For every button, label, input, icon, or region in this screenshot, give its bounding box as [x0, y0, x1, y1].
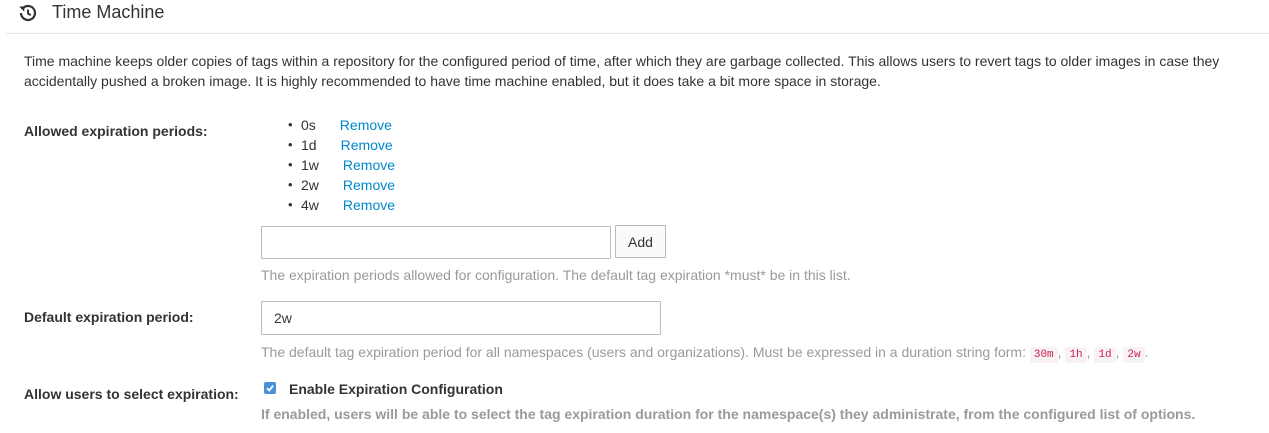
allowed-periods-help: The expiration periods allowed for confi…	[261, 267, 851, 283]
duration-example: 1d	[1094, 347, 1116, 363]
duration-example: 30m	[1029, 347, 1058, 363]
duration-example: 1h	[1065, 347, 1087, 363]
remove-period-link[interactable]: Remove	[343, 157, 395, 173]
allow-select-help: If enabled, users will be able to select…	[261, 406, 1196, 422]
section-description: Time machine keeps older copies of tags …	[24, 53, 1220, 89]
separator: ,	[1115, 344, 1120, 360]
add-period-button[interactable]: Add	[615, 225, 666, 258]
section-header: Time Machine	[0, 0, 1269, 34]
default-period-input[interactable]	[261, 301, 661, 335]
enable-expiration-label[interactable]: Enable Expiration Configuration	[289, 379, 503, 399]
period-value: 4w	[301, 197, 319, 213]
check-icon	[266, 385, 274, 392]
list-item: 2w Remove	[287, 175, 395, 195]
list-item: 4w Remove	[287, 195, 395, 215]
remove-period-link[interactable]: Remove	[341, 137, 393, 153]
allow-select-label: Allow users to select expiration:	[24, 386, 239, 402]
default-period-help: The default tag expiration period for al…	[261, 342, 1149, 365]
list-item: 1d Remove	[287, 135, 395, 155]
list-item: 1w Remove	[287, 155, 395, 175]
default-period-label: Default expiration period:	[24, 309, 194, 325]
period-value: 1d	[301, 137, 317, 153]
separator: .	[1144, 344, 1149, 360]
history-icon	[16, 2, 38, 24]
help-text: The default tag expiration period for al…	[261, 344, 1026, 360]
separator: ,	[1086, 344, 1091, 360]
allowed-periods-label: Allowed expiration periods:	[24, 123, 208, 139]
list-item: 0s Remove	[287, 115, 395, 135]
allowed-periods-list: 0s Remove 1d Remove 1w Remove 2w Remove 4w Re…	[287, 115, 395, 215]
separator: ,	[1057, 344, 1062, 360]
period-value: 2w	[301, 177, 319, 193]
new-period-input[interactable]	[261, 226, 611, 259]
remove-period-link[interactable]: Remove	[340, 117, 392, 133]
remove-period-link[interactable]: Remove	[343, 197, 395, 213]
page-title: Time Machine	[52, 2, 165, 22]
period-value: 0s	[301, 117, 316, 133]
header-divider	[6, 33, 1269, 34]
duration-example: 2w	[1123, 347, 1145, 363]
enable-expiration-checkbox[interactable]	[264, 382, 276, 394]
period-value: 1w	[301, 157, 319, 173]
remove-period-link[interactable]: Remove	[343, 177, 395, 193]
